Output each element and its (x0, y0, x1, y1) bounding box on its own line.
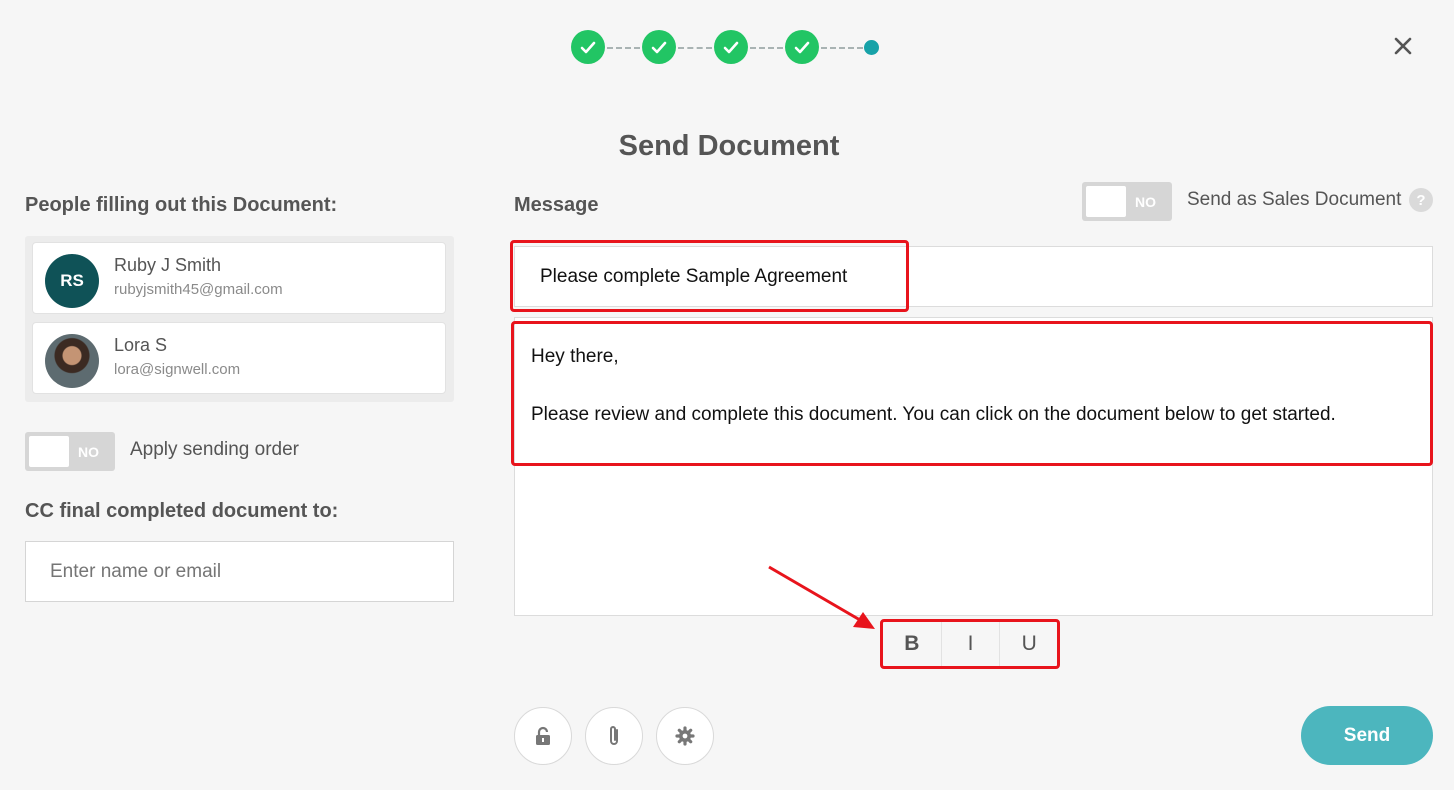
sales-document-toggle[interactable]: NO (1082, 182, 1172, 221)
toggle-state-label: NO (78, 444, 99, 460)
step-3-check-icon (714, 30, 748, 64)
body-highlight-box (511, 321, 1433, 466)
paperclip-icon (610, 726, 618, 745)
person-name: Ruby J Smith (114, 255, 222, 275)
format-toolbar-highlight-box (880, 619, 1060, 669)
settings-button[interactable] (656, 707, 714, 765)
close-icon (1394, 37, 1412, 55)
close-button[interactable] (1389, 32, 1417, 60)
sending-order-label: Apply sending order (130, 439, 299, 460)
person-name: Lora S (114, 335, 168, 355)
subject-highlight-box (510, 240, 909, 312)
help-icon[interactable]: ? (1409, 188, 1433, 212)
attachment-button[interactable] (585, 707, 643, 765)
avatar: RS (45, 254, 99, 308)
cc-heading: CC final completed document to: (25, 500, 339, 522)
toggle-state-label: NO (1135, 194, 1156, 210)
step-4-check-icon (785, 30, 819, 64)
unlock-icon (536, 726, 550, 745)
step-2-check-icon (642, 30, 676, 64)
lock-button[interactable] (514, 707, 572, 765)
step-5-current-dot (864, 40, 879, 55)
person-card-lora[interactable]: Lora S lora@signwell.com (32, 322, 446, 394)
page-title: Send Document (618, 130, 840, 162)
person-email: lora@signwell.com (114, 361, 241, 378)
people-list: RS Ruby J Smith rubyjsmith45@gmail.com L… (25, 236, 454, 402)
annotation-arrow-icon (768, 565, 875, 629)
send-button[interactable]: Send (1301, 706, 1433, 765)
step-1-check-icon (571, 30, 605, 64)
sales-document-label: Send as Sales Document (1187, 189, 1402, 210)
people-heading: People filling out this Document: (25, 194, 338, 216)
cc-input[interactable] (25, 541, 454, 602)
message-heading: Message (514, 194, 599, 216)
gear-icon (675, 726, 695, 746)
sending-order-toggle[interactable]: NO (25, 432, 115, 471)
person-email: rubyjsmith45@gmail.com (114, 281, 283, 298)
avatar (45, 334, 99, 388)
person-card-ruby[interactable]: RS Ruby J Smith rubyjsmith45@gmail.com (32, 242, 446, 314)
